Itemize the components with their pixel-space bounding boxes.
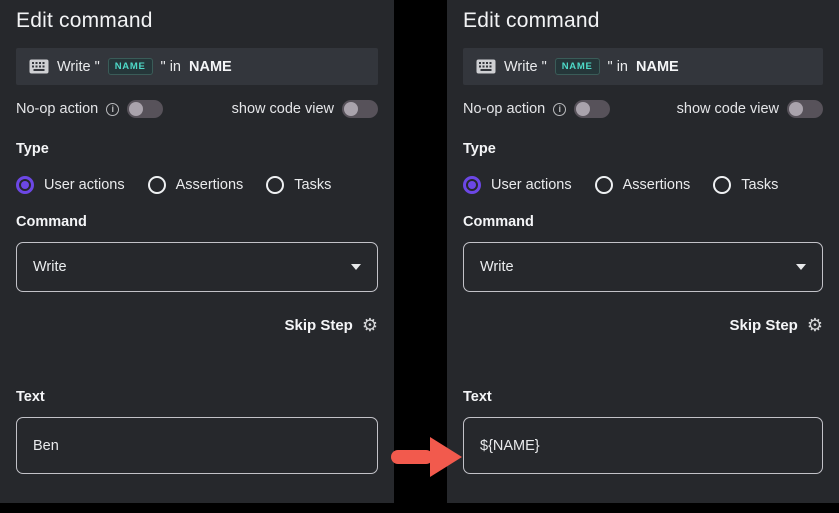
toggle-knob: [789, 102, 803, 116]
radio-label: Assertions: [623, 177, 691, 193]
command-dropdown[interactable]: Write: [16, 242, 378, 292]
command-dropdown-value: Write: [33, 259, 67, 275]
command-label: Command: [463, 214, 823, 230]
skip-step-row: Skip Step ⚙: [463, 316, 823, 334]
radio-tasks[interactable]: Tasks: [713, 176, 778, 194]
info-icon[interactable]: i: [553, 103, 566, 116]
gear-icon[interactable]: ⚙: [807, 316, 823, 334]
text-label: Text: [463, 389, 823, 405]
radio-tasks[interactable]: Tasks: [266, 176, 331, 194]
text-input[interactable]: ${NAME}: [463, 417, 823, 474]
radio-circle[interactable]: [16, 176, 34, 194]
noop-action-group: No-op action i: [16, 100, 163, 118]
toggle-knob: [129, 102, 143, 116]
type-radio-group: User actions Assertions Tasks: [463, 176, 823, 194]
radio-assertions[interactable]: Assertions: [595, 176, 691, 194]
radio-circle[interactable]: [463, 176, 481, 194]
keyboard-icon: [476, 59, 496, 74]
radio-assertions[interactable]: Assertions: [148, 176, 244, 194]
chevron-down-icon: [796, 264, 806, 270]
type-label: Type: [16, 141, 378, 157]
variable-badge: NAME: [555, 58, 600, 75]
noop-action-label: No-op action: [16, 101, 98, 117]
page-title: Edit command: [16, 0, 378, 33]
summary-text-after: " in: [608, 59, 628, 75]
summary-target: NAME: [636, 59, 679, 75]
code-view-label: show code view: [232, 101, 334, 117]
edit-command-panel-before: Edit command Write " NAME " in NAME No-o…: [0, 0, 394, 503]
gear-icon[interactable]: ⚙: [362, 316, 378, 334]
radio-label: Tasks: [741, 177, 778, 193]
toggle-knob: [576, 102, 590, 116]
code-view-toggle[interactable]: [787, 100, 823, 118]
code-view-group: show code view: [677, 100, 823, 118]
red-arrow-icon: [390, 435, 464, 484]
toggles-row: No-op action i show code view: [16, 100, 378, 118]
code-view-group: show code view: [232, 100, 378, 118]
type-radio-group: User actions Assertions Tasks: [16, 176, 378, 194]
keyboard-icon: [29, 59, 49, 74]
radio-label: Tasks: [294, 177, 331, 193]
radio-circle[interactable]: [713, 176, 731, 194]
type-label: Type: [463, 141, 823, 157]
text-input-value: ${NAME}: [480, 438, 540, 454]
summary-text-before: Write ": [57, 59, 100, 75]
radio-label: Assertions: [176, 177, 244, 193]
info-icon[interactable]: i: [106, 103, 119, 116]
radio-user-actions[interactable]: User actions: [16, 176, 125, 194]
toggle-knob: [344, 102, 358, 116]
skip-step-row: Skip Step ⚙: [16, 316, 378, 334]
text-input-value: Ben: [33, 438, 59, 454]
noop-action-toggle[interactable]: [127, 100, 163, 118]
command-dropdown[interactable]: Write: [463, 242, 823, 292]
summary-target: NAME: [189, 59, 232, 75]
skip-step-button[interactable]: Skip Step: [730, 317, 798, 334]
radio-circle[interactable]: [266, 176, 284, 194]
text-label: Text: [16, 389, 378, 405]
command-dropdown-value: Write: [480, 259, 514, 275]
variable-badge: NAME: [108, 58, 153, 75]
chevron-down-icon: [351, 264, 361, 270]
skip-step-button[interactable]: Skip Step: [285, 317, 353, 334]
code-view-label: show code view: [677, 101, 779, 117]
page-title: Edit command: [463, 0, 823, 33]
radio-label: User actions: [491, 177, 572, 193]
text-input[interactable]: Ben: [16, 417, 378, 474]
radio-label: User actions: [44, 177, 125, 193]
radio-user-actions[interactable]: User actions: [463, 176, 572, 194]
command-summary-bar: Write " NAME " in NAME: [16, 48, 378, 85]
code-view-toggle[interactable]: [342, 100, 378, 118]
radio-circle[interactable]: [595, 176, 613, 194]
edit-command-panel-after: Edit command Write " NAME " in NAME No-o…: [447, 0, 839, 503]
command-label: Command: [16, 214, 378, 230]
summary-text-before: Write ": [504, 59, 547, 75]
toggles-row: No-op action i show code view: [463, 100, 823, 118]
noop-action-label: No-op action: [463, 101, 545, 117]
noop-action-toggle[interactable]: [574, 100, 610, 118]
radio-circle[interactable]: [148, 176, 166, 194]
command-summary-bar: Write " NAME " in NAME: [463, 48, 823, 85]
summary-text-after: " in: [161, 59, 181, 75]
noop-action-group: No-op action i: [463, 100, 610, 118]
